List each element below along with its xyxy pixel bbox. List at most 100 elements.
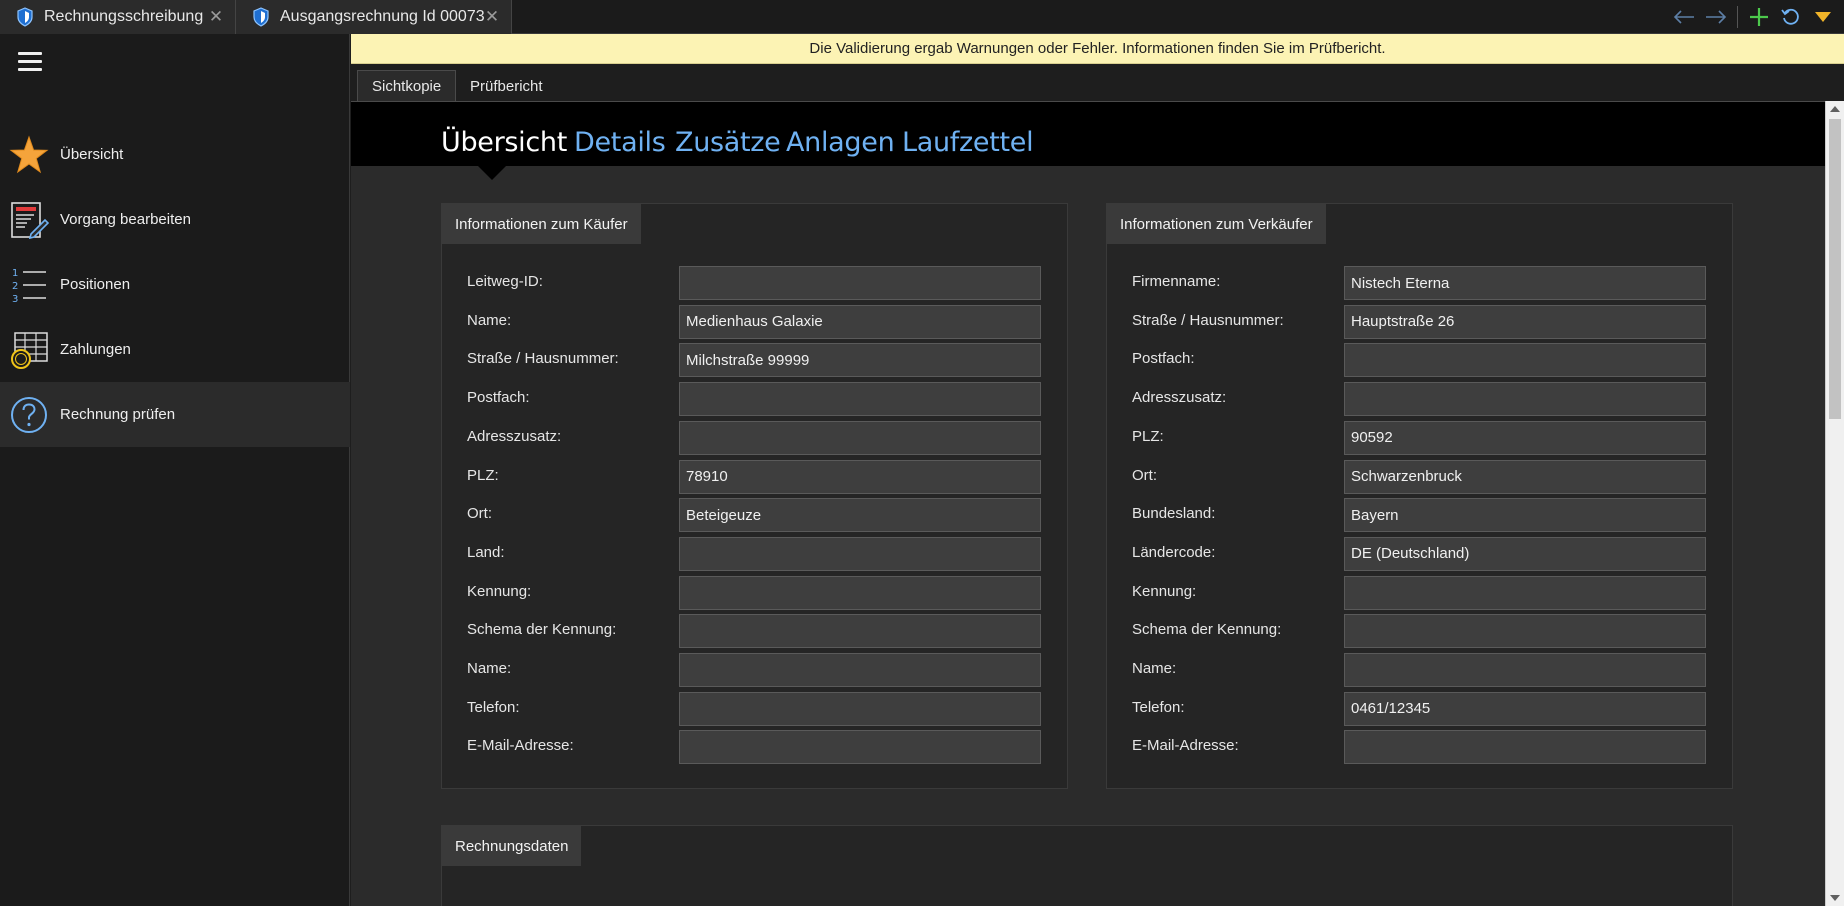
sidebar-item-uebersicht[interactable]: Übersicht [0,122,350,187]
buyer-field-input[interactable] [679,498,1041,533]
buyer-field-row: Postfach: [442,380,1069,417]
vertical-scrollbar[interactable] [1825,101,1844,906]
sidebar-item-label: Zahlungen [60,341,131,358]
seller-field-input[interactable] [1344,459,1706,494]
warning-text: Die Validierung ergab Warnungen oder Feh… [809,40,1386,57]
tab-sichtkopie[interactable]: Sichtkopie [357,70,457,102]
buyer-field-input[interactable] [679,691,1041,726]
plus-icon [1750,8,1768,26]
section-link-uebersicht[interactable]: Übersicht [441,127,567,158]
buyer-field-input[interactable] [679,304,1041,339]
buyer-field-input[interactable] [679,536,1041,571]
document-tab-strip: Rechnungsschreibung ✕ Ausgangsrechnung I… [0,0,1844,34]
buyer-field-row: Ort: [442,496,1069,533]
field-label: Postfach: [1132,350,1195,368]
field-label: Schema der Kennung: [467,621,617,639]
seller-field-row: Ländercode: [1107,535,1734,571]
sidebar-item-vorgang-bearbeiten[interactable]: Vorgang bearbeiten [0,187,350,252]
seller-field-input[interactable] [1344,382,1706,417]
buyer-field-input[interactable] [679,459,1041,494]
buyer-field-row: Land: [442,535,1069,571]
add-button[interactable] [1746,4,1772,30]
seller-field-row: Name: [1107,651,1734,687]
field-label: Ort: [467,505,492,523]
back-button[interactable] [1671,4,1697,30]
buyer-field-row: Adresszusatz: [442,419,1069,455]
buyer-field-input[interactable] [679,382,1041,417]
seller-field-input[interactable] [1344,653,1706,687]
sidebar-item-rechnung-pruefen[interactable]: Rechnung prüfen [0,382,350,447]
seller-field-input[interactable] [1344,343,1706,378]
view-tabs: Sichtkopie Prüfbericht [351,64,1844,102]
seller-field-row: Firmenname: [1107,264,1734,300]
section-link-laufzettel[interactable]: Laufzettel [902,127,1034,158]
document-view: Übersicht Details Zusätze Anlagen Laufze… [351,101,1825,906]
seller-field-row: Straße / Hausnummer: [1107,303,1734,339]
seller-field-input[interactable] [1344,498,1706,533]
field-label: Ländercode: [1132,543,1216,561]
tab-rechnungsschreibung[interactable]: Rechnungsschreibung ✕ [0,0,236,34]
svg-text:1: 1 [12,268,18,279]
active-section-pointer [478,166,506,180]
seller-field-row: Kennung: [1107,574,1734,610]
menu-dropdown-button[interactable] [1810,4,1836,30]
tab-label: Rechnungsschreibung [44,8,204,25]
tab-ausgangsrechnung[interactable]: Ausgangsrechnung Id 00073 ✕ [236,0,512,34]
hamburger-icon[interactable] [18,52,42,72]
buyer-field-input[interactable] [679,420,1041,455]
buyer-field-input[interactable] [679,266,1041,300]
field-label: Firmenname: [1132,273,1221,290]
refresh-button[interactable] [1778,4,1804,30]
question-icon [8,394,50,436]
field-label: E-Mail-Adresse: [1132,737,1239,755]
panel-title: Informationen zum Verkäufer [1107,204,1326,244]
close-icon[interactable]: ✕ [207,8,225,26]
buyer-field-input[interactable] [679,730,1041,765]
panel-title: Informationen zum Käufer [442,204,641,244]
seller-field-row: Schema der Kennung: [1107,612,1734,649]
field-label: Postfach: [467,389,530,407]
buyer-field-input[interactable] [679,343,1041,378]
scroll-thumb[interactable] [1829,119,1841,419]
svg-text:3: 3 [12,294,18,305]
section-link-anlagen[interactable]: Anlagen [786,127,895,158]
section-navigation: Übersicht Details Zusätze Anlagen Laufze… [351,102,1825,166]
seller-field-input[interactable] [1344,304,1706,339]
star-icon [8,134,50,176]
buyer-field-row: Straße / Hausnummer: [442,341,1069,378]
seller-field-input[interactable] [1344,575,1706,610]
seller-field-input[interactable] [1344,730,1706,765]
seller-field-input[interactable] [1344,536,1706,571]
buyer-field-input[interactable] [679,575,1041,610]
scroll-down-icon[interactable] [1830,895,1840,901]
section-link-details[interactable]: Details [574,127,666,158]
seller-field-input[interactable] [1344,691,1706,726]
field-label: Schema der Kennung: [1132,621,1282,639]
forward-button[interactable] [1703,4,1729,30]
seller-field-row: Telefon: [1107,690,1734,726]
arrow-right-icon [1706,10,1727,24]
seller-field-row: Bundesland: [1107,496,1734,533]
tab-pruefbericht[interactable]: Prüfbericht [456,70,557,102]
sidebar-item-positionen[interactable]: 1 2 3 Positionen [0,252,350,317]
field-label: Telefon: [467,698,520,716]
panel-title: Rechnungsdaten [442,826,582,866]
sidebar-item-zahlungen[interactable]: Zahlungen [0,317,350,382]
buyer-field-input[interactable] [679,614,1041,649]
buyer-field-input[interactable] [679,653,1041,687]
buyer-field-row: PLZ: [442,458,1069,494]
buyer-field-row: Telefon: [442,690,1069,726]
seller-field-input[interactable] [1344,614,1706,649]
toolbar-divider [1737,6,1738,28]
field-label: Name: [1132,660,1177,677]
section-link-zusaetze[interactable]: Zusätze [675,127,781,158]
field-label: PLZ: [467,466,499,484]
seller-field-input[interactable] [1344,420,1706,455]
seller-field-row: PLZ: [1107,419,1734,455]
validation-warning-bar: Die Validierung ergab Warnungen oder Feh… [351,34,1844,64]
field-label: Kennung: [467,582,532,600]
scroll-up-icon[interactable] [1830,106,1840,112]
seller-field-input[interactable] [1344,266,1706,300]
close-icon[interactable]: ✕ [483,8,501,26]
buyer-field-row: Kennung: [442,574,1069,610]
